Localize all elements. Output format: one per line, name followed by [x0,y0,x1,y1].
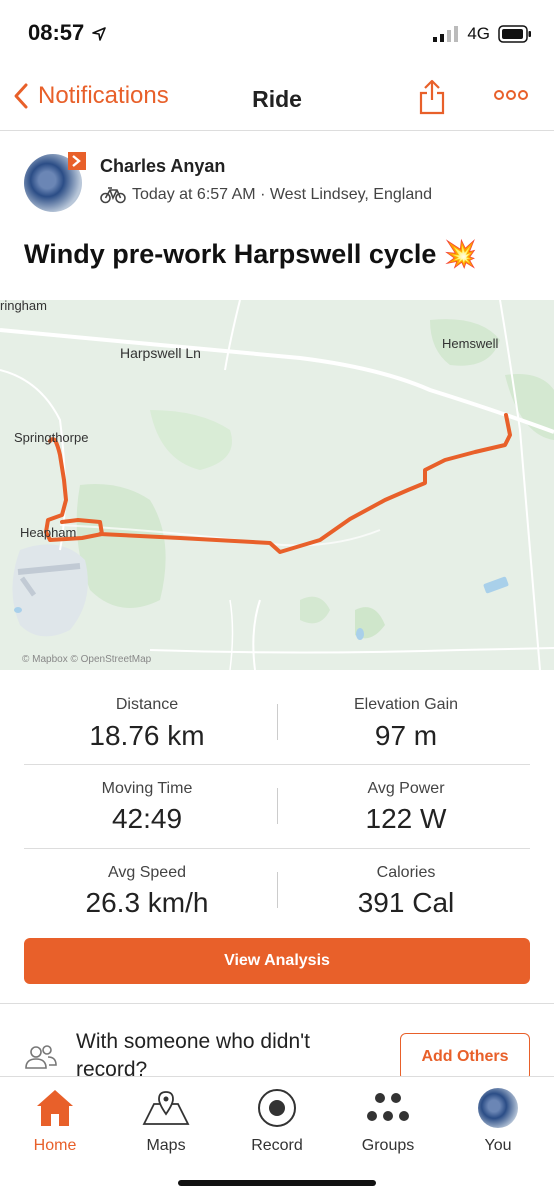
stat-value-distance: 18.76 km [89,720,205,751]
activity-meta: Today at 6:57 AM · West Lindsey, England [100,186,432,204]
map-label-harpswell-ln: Harpswell Ln [120,345,201,361]
chevron-left-icon [14,83,28,109]
record-icon [258,1089,296,1127]
stat-value-avg-power: 122 W [365,803,447,834]
home-icon [37,1090,73,1126]
maps-icon [142,1091,190,1125]
back-button[interactable]: Notifications [12,82,169,110]
activity-meta-text: Today at 6:57 AM · West Lindsey, England [132,186,433,203]
status-time-text: 08:57 [28,20,85,45]
battery-icon [498,25,531,43]
stat-label-moving-time: Moving Time [101,780,193,797]
groups-icon [367,1093,409,1121]
map-label-hemswell: Hemswell [442,336,499,351]
nav-bar: Notifications Ride [0,70,554,131]
stat-value-avg-speed: 26.3 km/h [85,887,209,918]
stat-label-distance: Distance [115,696,179,713]
route-map[interactable]: ringham Harpswell Ln Hemswell Springthor… [0,300,554,670]
stat-row-divider [24,848,530,849]
map-label-springthorpe: Springthorpe [14,430,89,445]
activity-title: Windy pre-work Harpswell cycle 💥 [24,239,478,269]
tab-home[interactable]: Home [5,1085,105,1155]
add-others-button[interactable]: Add Others [400,1033,530,1081]
more-options-icon[interactable] [494,88,528,102]
tab-label-record: Record [251,1137,303,1154]
view-analysis-button[interactable]: View Analysis [24,938,530,984]
home-indicator [178,1180,376,1186]
stat-value-elevation: 97 m [374,720,438,751]
stat-label-avg-power: Avg Power [367,780,445,797]
tab-label-maps: Maps [146,1137,186,1154]
stat-divider [277,704,278,740]
athlete-avatar[interactable] [24,152,86,212]
tab-record[interactable]: Record [227,1085,327,1155]
location-arrow-icon [92,27,107,41]
tab-label-you: You [484,1137,512,1154]
route-line [44,413,512,554]
people-icon [25,1045,57,1069]
stat-divider [277,788,278,824]
stat-label-calories: Calories [376,864,436,881]
stat-value-moving-time: 42:49 [111,803,183,834]
bike-icon [100,187,126,204]
stat-divider [277,872,278,908]
stat-label-elevation: Elevation Gain [353,696,459,713]
back-label: Notifications [38,82,169,109]
tab-maps[interactable]: Maps [116,1085,216,1155]
network-label: 4G [467,24,490,43]
map-label-ringham: ringham [0,300,47,313]
tab-label-home: Home [33,1137,77,1154]
status-indicators: 4G [433,24,532,44]
tab-groups[interactable]: Groups [338,1085,438,1155]
signal-icon [433,26,459,42]
stat-row-divider [24,764,530,765]
tab-you[interactable]: You [448,1085,548,1155]
tab-label-groups: Groups [361,1137,415,1154]
athlete-name[interactable]: Charles Anyan [100,156,225,177]
subscriber-badge-icon [68,152,86,170]
avatar-icon [478,1088,518,1128]
share-icon[interactable] [418,78,446,116]
stat-label-avg-speed: Avg Speed [108,864,186,881]
status-time: 08:57 [28,20,107,46]
stat-value-calories: 391 Cal [357,887,455,918]
map-label-heapham: Heapham [20,525,77,540]
section-divider [0,1003,554,1004]
map-attribution: © Mapbox © OpenStreetMap [22,654,152,665]
